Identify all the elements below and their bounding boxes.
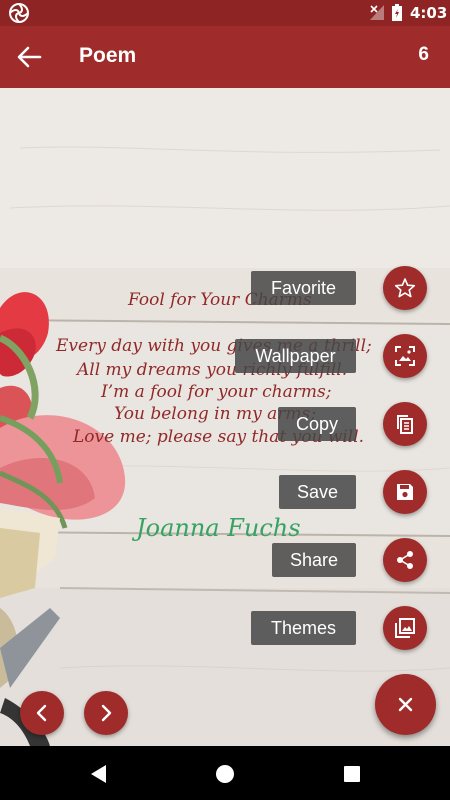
next-poem-button[interactable] <box>84 691 128 735</box>
copy-button[interactable] <box>383 402 427 446</box>
favorite-button[interactable] <box>383 266 427 310</box>
themes-label[interactable]: Themes <box>251 611 356 645</box>
wallpaper-icon <box>395 346 415 366</box>
close-icon <box>398 697 413 712</box>
wallpaper-label[interactable]: Wallpaper <box>235 339 356 373</box>
favorite-label[interactable]: Favorite <box>251 271 356 305</box>
back-triangle-icon[interactable] <box>88 763 110 785</box>
fab-menu-scrim <box>0 88 450 746</box>
wallpaper-button[interactable] <box>383 334 427 378</box>
save-label[interactable]: Save <box>279 475 356 509</box>
app-logo-icon <box>9 3 29 23</box>
share-icon <box>397 551 413 569</box>
system-navigation-bar <box>0 746 450 800</box>
page-title: Poem <box>79 44 137 67</box>
star-outline-icon <box>394 278 416 298</box>
poem-view: Fool for Your Charms Every day with you … <box>0 88 450 746</box>
chevron-right-icon <box>101 704 112 722</box>
signal-off-icon <box>370 5 384 20</box>
close-menu-button[interactable] <box>375 674 436 735</box>
chevron-left-icon <box>36 704 47 722</box>
poem-count: 6 <box>418 44 429 65</box>
save-button[interactable] <box>383 470 427 514</box>
share-button[interactable] <box>383 538 427 582</box>
home-circle-icon[interactable] <box>214 763 236 785</box>
save-icon <box>397 484 413 500</box>
battery-charging-icon <box>392 4 402 21</box>
app-bar: Poem 6 <box>0 26 450 88</box>
themes-icon <box>395 618 415 638</box>
copy-label[interactable]: Copy <box>278 407 356 441</box>
status-time: 4:03 <box>410 4 448 22</box>
share-label[interactable]: Share <box>272 543 356 577</box>
arrow-back-icon[interactable] <box>16 45 42 69</box>
recents-square-icon[interactable] <box>341 763 363 785</box>
status-bar: 4:03 <box>0 0 450 26</box>
themes-button[interactable] <box>383 606 427 650</box>
previous-poem-button[interactable] <box>20 691 64 735</box>
copy-icon <box>397 415 413 434</box>
